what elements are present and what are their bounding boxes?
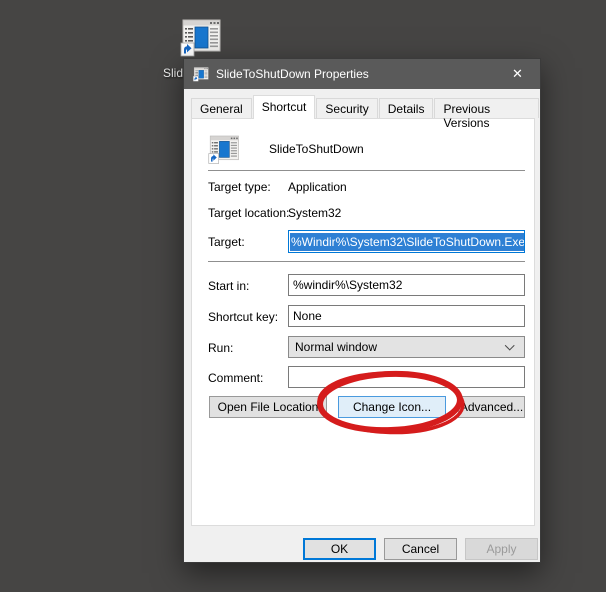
properties-dialog: SlideToShutDown Properties ✕ General Sho… <box>183 58 541 563</box>
shortcut-app-icon <box>208 133 240 165</box>
run-label: Run: <box>208 341 233 355</box>
ok-button[interactable]: OK <box>303 538 376 560</box>
tab-shortcut[interactable]: Shortcut <box>253 95 316 119</box>
chevron-down-icon <box>507 343 515 351</box>
start-in-input[interactable] <box>288 274 525 296</box>
change-icon-button[interactable]: Change Icon... <box>338 396 446 418</box>
cancel-button[interactable]: Cancel <box>384 538 457 560</box>
app-window-icon <box>193 66 209 82</box>
close-icon: ✕ <box>512 66 523 82</box>
run-dropdown-value: Normal window <box>295 340 377 354</box>
open-file-location-button[interactable]: Open File Location <box>209 396 327 418</box>
shortcut-tab-page: SlideToShutDown Target type: Application… <box>191 118 535 526</box>
target-input[interactable]: %Windir%\System32\SlideToShutDown.Exe <box>288 230 525 253</box>
window-title: SlideToShutDown Properties <box>216 67 495 81</box>
tab-details[interactable]: Details <box>379 98 434 118</box>
target-label: Target: <box>208 235 245 249</box>
close-button[interactable]: ✕ <box>495 59 540 89</box>
start-in-label: Start in: <box>208 279 249 293</box>
shortcut-key-label: Shortcut key: <box>208 310 278 324</box>
separator <box>208 170 525 171</box>
comment-input[interactable] <box>288 366 525 388</box>
comment-label: Comment: <box>208 371 263 385</box>
target-input-selected-text: %Windir%\System32\SlideToShutDown.Exe <box>290 233 525 251</box>
titlebar[interactable]: SlideToShutDown Properties ✕ <box>184 59 540 89</box>
target-location-value: System32 <box>288 206 341 220</box>
advanced-button[interactable]: Advanced... <box>458 396 525 418</box>
separator <box>208 261 525 262</box>
run-dropdown[interactable]: Normal window <box>288 336 525 358</box>
tab-general[interactable]: General <box>191 98 252 118</box>
shortcut-key-input[interactable] <box>288 305 525 327</box>
target-location-label: Target location: <box>208 206 289 220</box>
tab-strip: General Shortcut Security Details Previo… <box>191 96 540 118</box>
shortcut-name: SlideToShutDown <box>269 142 364 156</box>
app-window-icon <box>180 16 222 58</box>
desktop-icon-slidetoshutdown[interactable]: Slide <box>178 16 224 61</box>
tab-previous-versions[interactable]: Previous Versions <box>434 98 539 118</box>
target-type-value: Application <box>288 180 347 194</box>
apply-button[interactable]: Apply <box>465 538 538 560</box>
tab-security[interactable]: Security <box>316 98 377 118</box>
target-type-label: Target type: <box>208 180 271 194</box>
